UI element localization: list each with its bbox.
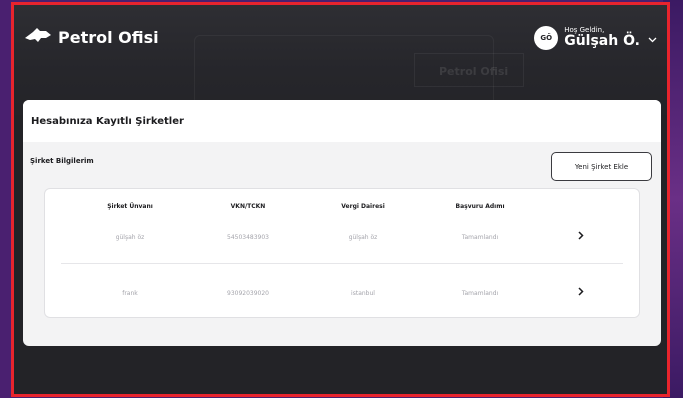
company-name-cell: gülşah öz <box>115 233 145 241</box>
logo[interactable]: Petrol Ofisi <box>24 27 159 47</box>
app-frame: Petrol Ofisi Petrol Ofisi GÖ Hoş Geldin,… <box>11 2 670 397</box>
company-name-cell: frank <box>122 289 138 297</box>
table-row[interactable]: gülşah öz 54503483903 gülşah öz Tamamlan… <box>45 229 639 245</box>
companies-table: Şirket Ünvanı VKN/TCKN Vergi Dairesi Baş… <box>44 188 640 318</box>
user-info: Hoş Geldin, Gülşah Ö. <box>564 26 640 50</box>
tax-office-cell: gülşah öz <box>348 233 378 241</box>
chevron-down-icon[interactable] <box>648 36 657 46</box>
column-header-step: Başvuru Adımı <box>455 202 505 210</box>
chevron-right-icon[interactable] <box>578 286 584 299</box>
step-cell: Tamamlandı <box>461 289 499 297</box>
hero-banner: Petrol Ofisi <box>14 5 667 115</box>
step-cell: Tamamlandı <box>461 233 499 241</box>
panel-header: Hesabınıza Kayıtlı Şirketler <box>23 100 661 142</box>
companies-panel: Hesabınıza Kayıtlı Şirketler Şirket Bilg… <box>23 100 661 346</box>
logo-text: Petrol Ofisi <box>58 27 159 47</box>
avatar: GÖ <box>534 26 559 50</box>
tax-office-cell: istanbul <box>351 289 375 297</box>
vkn-cell: 54503483903 <box>227 233 269 241</box>
chevron-right-icon[interactable] <box>578 230 584 243</box>
vkn-cell: 93092039020 <box>227 289 269 297</box>
column-header-vkn: VKN/TCKN <box>230 202 266 210</box>
page-title: Hesabınıza Kayıtlı Şirketler <box>31 115 184 127</box>
section-title: Şirket Bilgilerim <box>30 157 94 165</box>
add-company-button[interactable]: Yeni Şirket Ekle <box>551 152 652 181</box>
table-row[interactable]: frank 93092039020 istanbul Tamamlandı <box>45 285 639 301</box>
row-divider <box>61 263 623 264</box>
section-header: Şirket Bilgilerim Yeni Şirket Ekle <box>23 142 661 181</box>
table-header: Şirket Ünvanı VKN/TCKN Vergi Dairesi Baş… <box>45 199 639 213</box>
fox-logo-icon <box>24 27 52 47</box>
column-header-tax-office: Vergi Dairesi <box>341 202 385 210</box>
user-menu[interactable]: GÖ Hoş Geldin, Gülşah Ö. <box>534 26 657 50</box>
user-name: Gülşah Ö. <box>564 33 640 50</box>
hero-watermark: Petrol Ofisi <box>439 65 509 78</box>
column-header-company: Şirket Ünvanı <box>107 202 153 210</box>
